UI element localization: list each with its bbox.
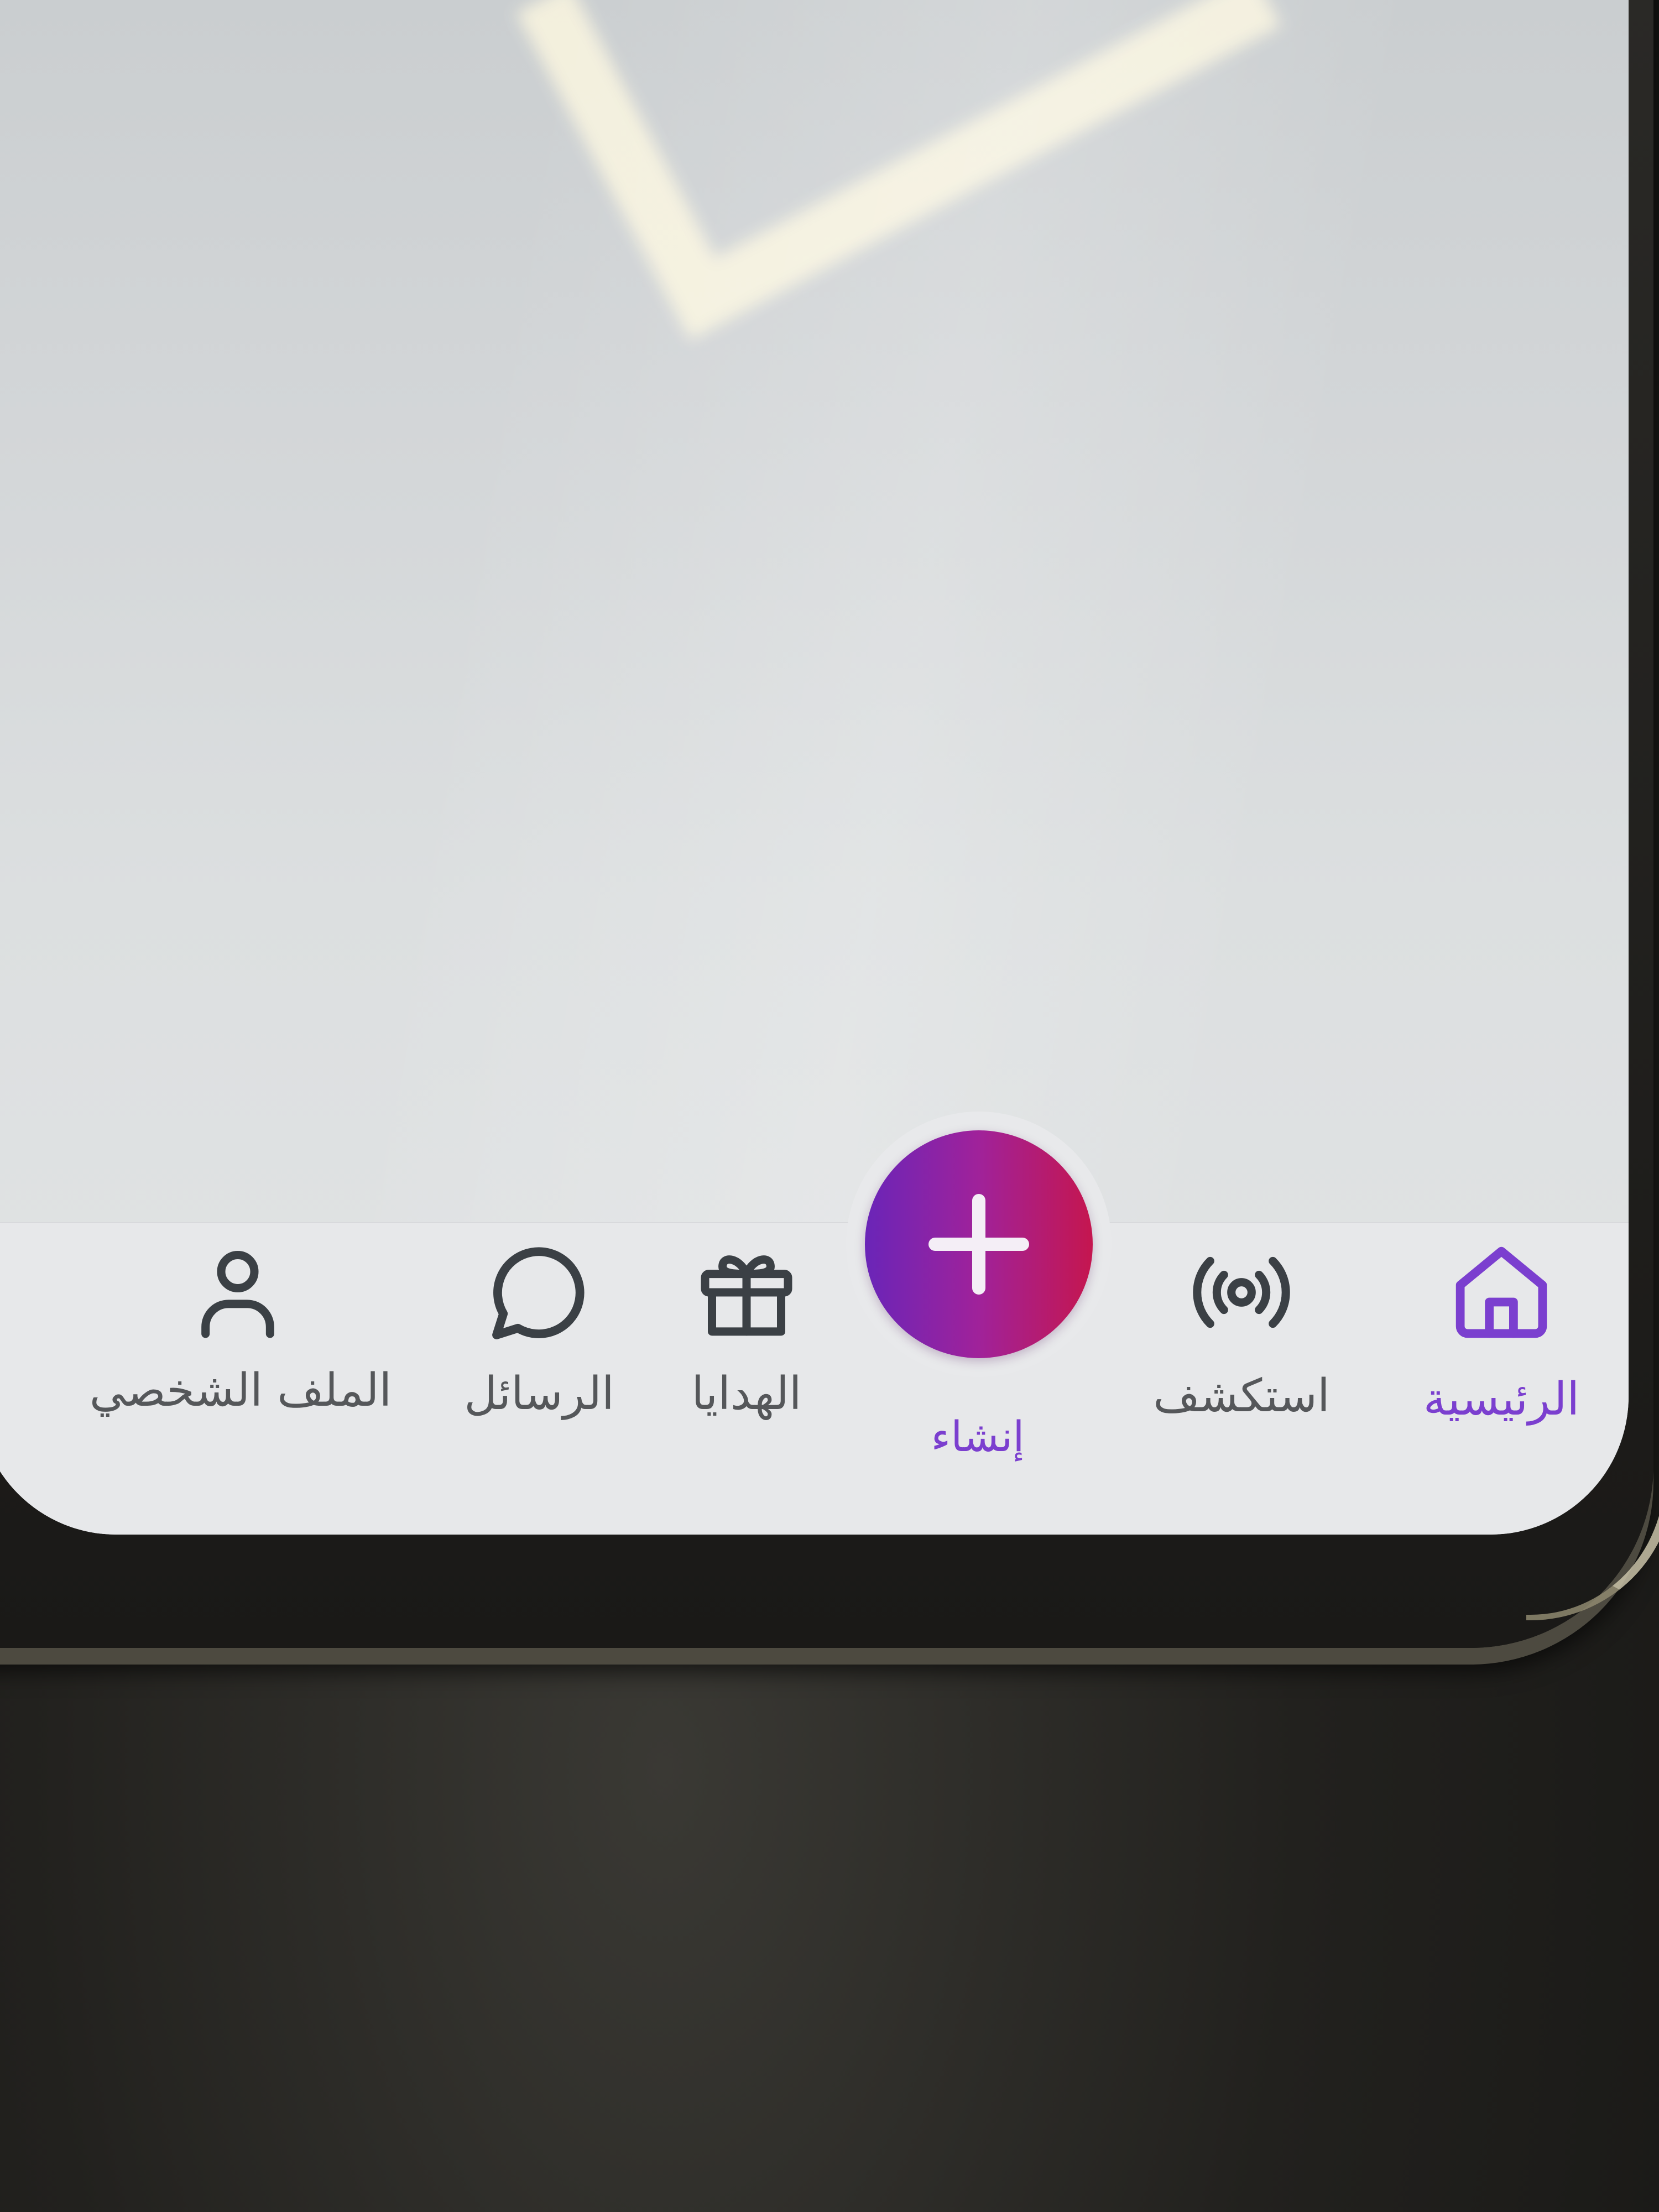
nav-label-explore: استكشف — [1153, 1370, 1330, 1422]
nav-label-home: الرئيسية — [1423, 1373, 1580, 1426]
photo-scene: الرئيسية استكشف إنشاء الهدايا الرسائل ال… — [0, 0, 1659, 2212]
create-button[interactable] — [865, 1130, 1093, 1358]
plus-icon — [928, 1194, 1029, 1295]
nav-label-profile: الملف الشخصي — [89, 1364, 392, 1417]
user-icon — [201, 1251, 274, 1338]
nav-item-gifts[interactable] — [691, 1237, 802, 1348]
app-screen: الرئيسية استكشف إنشاء الهدايا الرسائل ال… — [0, 0, 1629, 1535]
broadcast-icon — [1193, 1256, 1290, 1328]
nav-item-profile[interactable] — [182, 1234, 293, 1350]
nav-label-gifts: الهدايا — [691, 1368, 802, 1420]
nav-item-home[interactable] — [1443, 1234, 1559, 1350]
nav-item-explore[interactable] — [1186, 1237, 1297, 1348]
bottom-navigation-bar: الرئيسية استكشف إنشاء الهدايا الرسائل ال… — [0, 1222, 1629, 1535]
nav-label-messages: الرسائل — [464, 1368, 614, 1420]
nav-label-create: إنشاء — [931, 1412, 1025, 1461]
chat-bubble-icon — [492, 1247, 585, 1339]
gift-icon — [701, 1255, 792, 1336]
nav-item-messages[interactable] — [481, 1234, 597, 1350]
home-icon — [1455, 1246, 1547, 1338]
